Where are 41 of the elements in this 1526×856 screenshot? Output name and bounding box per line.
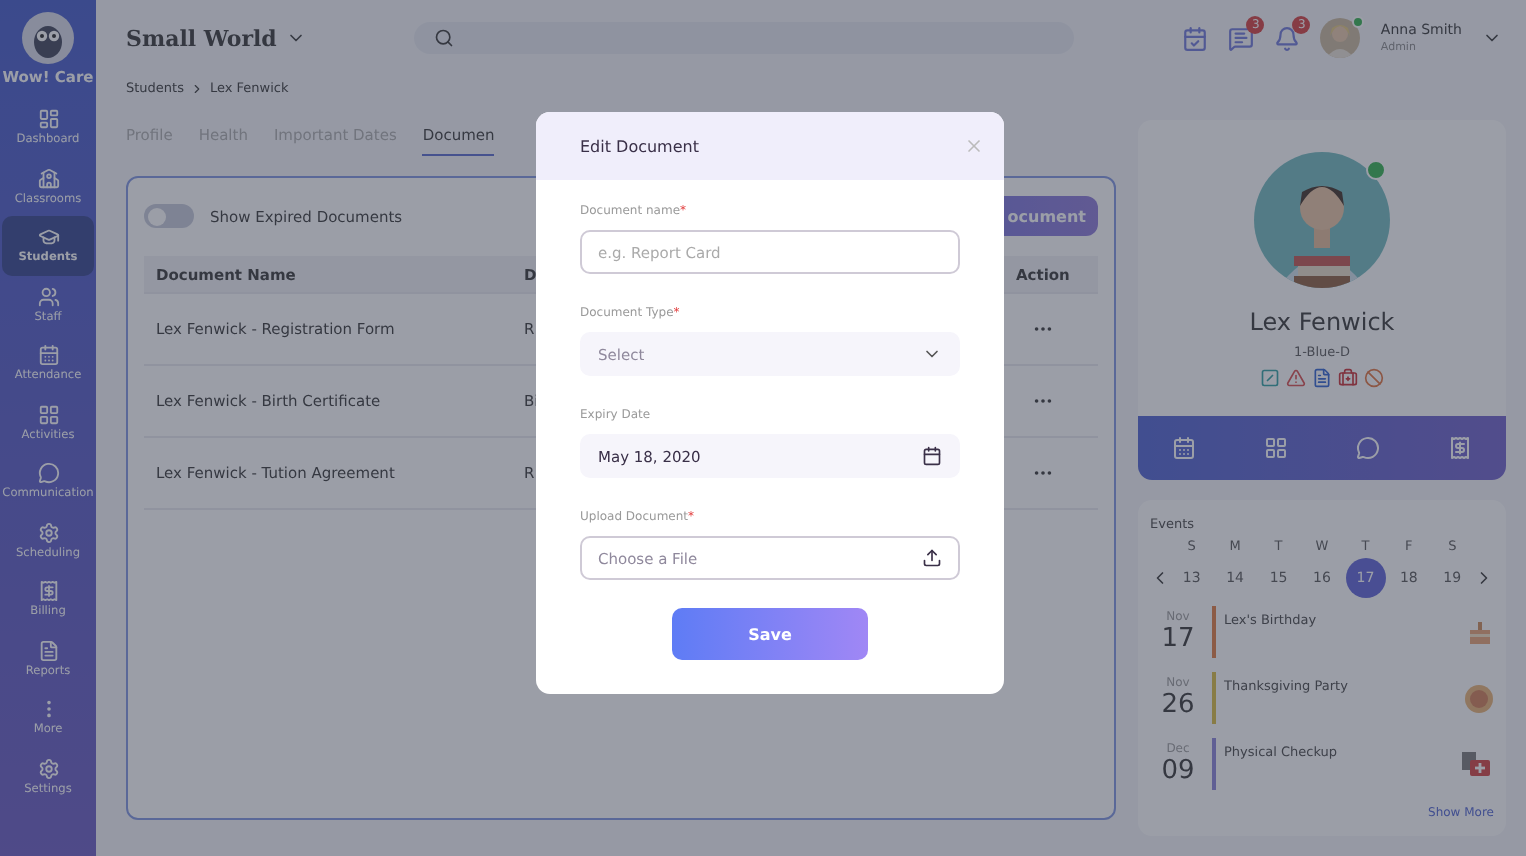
receipt-icon (37, 580, 59, 603)
calendar-icon (37, 344, 59, 367)
gear-icon (37, 521, 59, 544)
chevron-right-icon (189, 81, 204, 95)
warning-icon (1286, 368, 1306, 388)
toggle-switch[interactable] (144, 204, 194, 228)
school-icon (37, 167, 59, 190)
chat-icon (37, 462, 59, 485)
calendar-check-icon[interactable] (1182, 25, 1209, 51)
ban-icon (1364, 368, 1384, 388)
calendar-icon[interactable] (1172, 436, 1196, 460)
receipt-icon[interactable] (1448, 436, 1472, 460)
save-button[interactable]: Save (672, 608, 868, 660)
cake-icon (1466, 618, 1494, 646)
student-name: Lex Fenwick (1249, 308, 1395, 336)
pie-icon (1464, 683, 1494, 713)
bell-icon[interactable] (1274, 25, 1301, 51)
close-button[interactable] (964, 136, 984, 156)
graduation-cap-icon (37, 226, 59, 249)
school-name: Small World (126, 25, 277, 51)
event-day: 17 (1161, 624, 1195, 654)
message-icon[interactable] (1228, 25, 1255, 51)
owl-logo-icon (22, 12, 74, 64)
grid-icon (37, 403, 59, 426)
dialog-title: Edit Document (580, 137, 699, 155)
event-day: 26 (1161, 690, 1195, 720)
square-slash-icon (1260, 368, 1280, 388)
search-icon (434, 28, 455, 48)
event-day: 09 (1161, 756, 1195, 786)
upload-icon (922, 548, 942, 568)
medical-kit-icon (1338, 368, 1358, 388)
chat-icon[interactable] (1356, 436, 1380, 460)
document-icon (1312, 368, 1332, 388)
medical-kit-icon (1460, 750, 1494, 778)
document-icon (37, 639, 59, 662)
users-icon (37, 285, 59, 308)
calendar-icon (922, 446, 942, 466)
search-field[interactable] (414, 22, 1075, 54)
dashboard-icon (37, 108, 59, 131)
grid-icon[interactable] (1264, 436, 1288, 460)
settings-icon (37, 757, 59, 780)
